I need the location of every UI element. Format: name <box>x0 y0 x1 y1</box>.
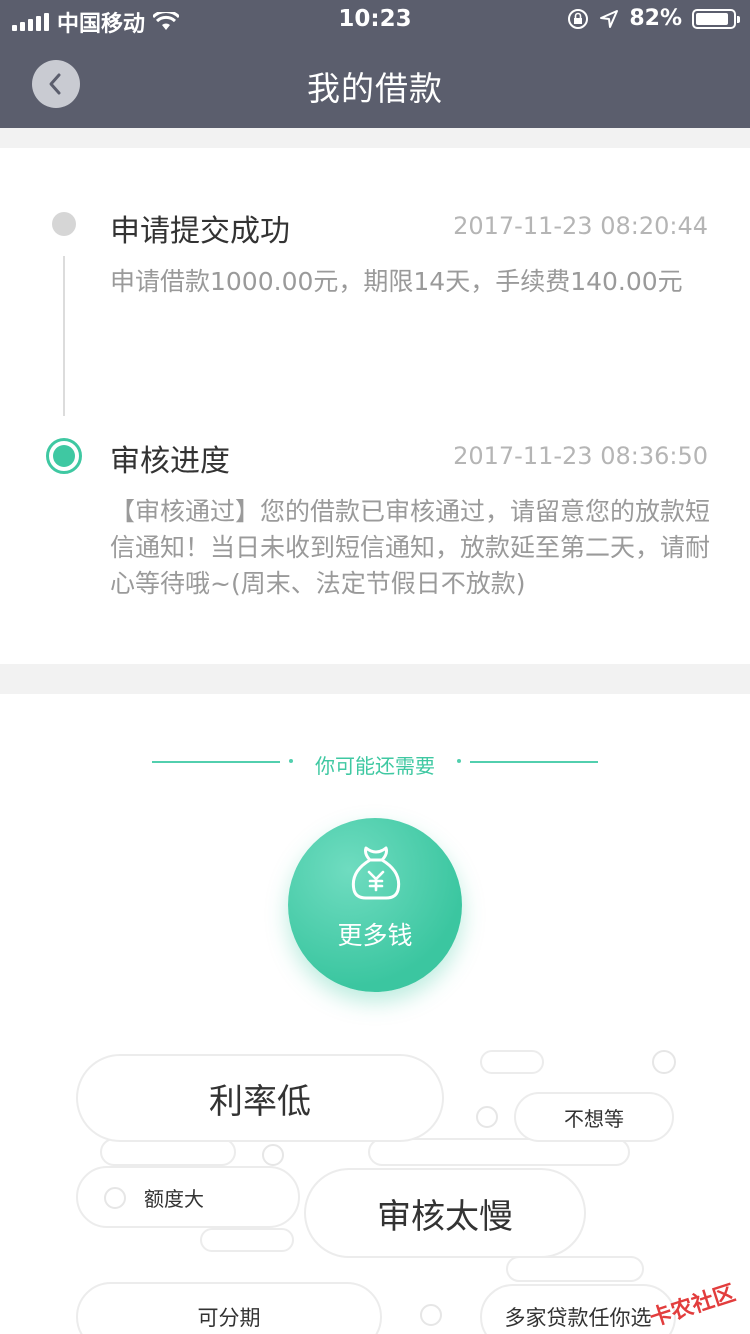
decor-ring <box>652 1050 676 1074</box>
step-time: 2017-11-23 08:36:50 <box>453 442 708 470</box>
decor-pill <box>200 1228 294 1252</box>
location-icon <box>600 9 619 28</box>
decor-pill <box>100 1138 236 1166</box>
decor-pill <box>506 1256 644 1282</box>
tag-installment[interactable]: 可分期 <box>76 1282 382 1334</box>
decor-ring <box>420 1304 442 1326</box>
tag-label: 额度大 <box>144 1186 204 1211</box>
loan-timeline: 申请提交成功 2017-11-23 08:20:44 申请借款1000.00元，… <box>0 148 750 664</box>
section-divider: 你可能还需要 <box>0 752 750 778</box>
money-bag-icon <box>351 846 401 900</box>
orientation-lock-icon <box>568 8 589 29</box>
tag-ring-icon <box>104 1187 126 1209</box>
tag-low-rate[interactable]: 利率低 <box>76 1054 444 1142</box>
status-bar: 中国移动 10:23 82% <box>0 0 750 40</box>
timeline-dot-current <box>46 438 82 474</box>
header: 中国移动 10:23 82% 我的借款 <box>0 0 750 128</box>
tag-no-wait[interactable]: 不想等 <box>514 1092 674 1142</box>
decor-ring <box>262 1144 284 1166</box>
nav-bar: 我的借款 <box>0 40 750 128</box>
step-title: 审核进度 <box>110 444 230 479</box>
decor-ring <box>476 1106 498 1128</box>
tag-slow-review[interactable]: 审核太慢 <box>304 1168 586 1258</box>
step-description: 【审核通过】您的借款已审核通过，请留意您的放款短信通知！当日未收到短信通知，放款… <box>110 497 711 598</box>
step-description: 申请借款1000.00元，期限14天，手续费140.00元 <box>110 267 683 296</box>
battery-icon <box>692 8 740 29</box>
step-time: 2017-11-23 08:20:44 <box>453 212 708 240</box>
step-title: 申请提交成功 <box>110 214 290 249</box>
section-heading: 你可能还需要 <box>315 754 435 778</box>
watermark: 卡农社区 <box>647 1280 739 1332</box>
suggestion-section: 你可能还需要 更多钱 利率低 不想等 额度大 审核太慢 可分期 多家贷款任你选 … <box>0 694 750 1334</box>
battery-percent: 82% <box>629 6 682 31</box>
timeline-connector <box>63 256 65 416</box>
decor-pill <box>368 1138 630 1166</box>
decor-pill <box>480 1050 544 1074</box>
timeline-dot-completed <box>52 212 76 236</box>
tag-large-amount[interactable]: 额度大 <box>76 1166 300 1228</box>
page-title: 我的借款 <box>307 69 443 108</box>
more-money-label: 更多钱 <box>337 921 413 950</box>
more-money-button[interactable]: 更多钱 <box>288 818 462 992</box>
